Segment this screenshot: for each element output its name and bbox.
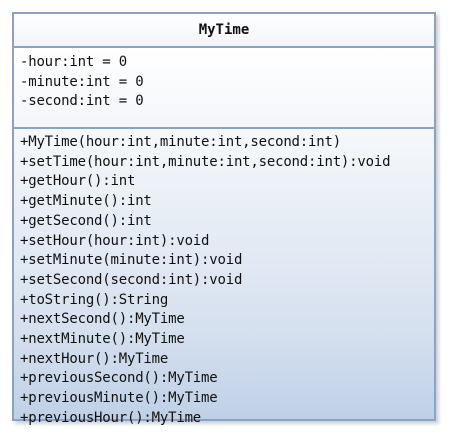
operation-next-hour: +nextHour():MyTime: [20, 350, 169, 367]
operation-set-minute: +setMinute(minute:int):void: [20, 252, 243, 269]
operation-next-minute: +nextMinute():MyTime: [20, 331, 185, 348]
uml-class-box: MyTime -hour:int = 0 -minute:int = 0 -se…: [12, 12, 436, 426]
operation-get-second: +getSecond():int: [20, 212, 152, 229]
operation-set-time: +setTime(hour:int,minute:int,second:int)…: [20, 153, 391, 170]
attribute-hour: -hour:int = 0: [20, 54, 127, 70]
attribute-second: -second:int = 0: [20, 93, 144, 110]
operation-set-second: +setSecond(second:int):void: [20, 271, 243, 288]
attributes-compartment: -hour:int = 0 -minute:int = 0 -second:in…: [14, 48, 434, 129]
operation-previous-hour: +previousHour():MyTime: [20, 409, 202, 426]
operation-previous-minute: +previousMinute():MyTime: [20, 390, 218, 407]
operation-to-string: +toString():String: [20, 291, 169, 308]
class-name: MyTime: [198, 22, 250, 38]
class-name-compartment: MyTime: [14, 14, 434, 48]
operation-constructor: +MyTime(hour:int,minute:int,second:int): [20, 134, 341, 150]
operation-previous-second: +previousSecond():MyTime: [20, 370, 218, 387]
attribute-minute: -minute:int = 0: [20, 73, 144, 90]
operations-compartment: +MyTime(hour:int,minute:int,second:int) …: [14, 129, 434, 426]
operation-next-second: +nextSecond():MyTime: [20, 311, 185, 328]
operation-get-minute: +getMinute():int: [20, 193, 152, 210]
operation-get-hour: +getHour():int: [20, 173, 136, 190]
operation-set-hour: +setHour(hour:int):void: [20, 232, 210, 249]
